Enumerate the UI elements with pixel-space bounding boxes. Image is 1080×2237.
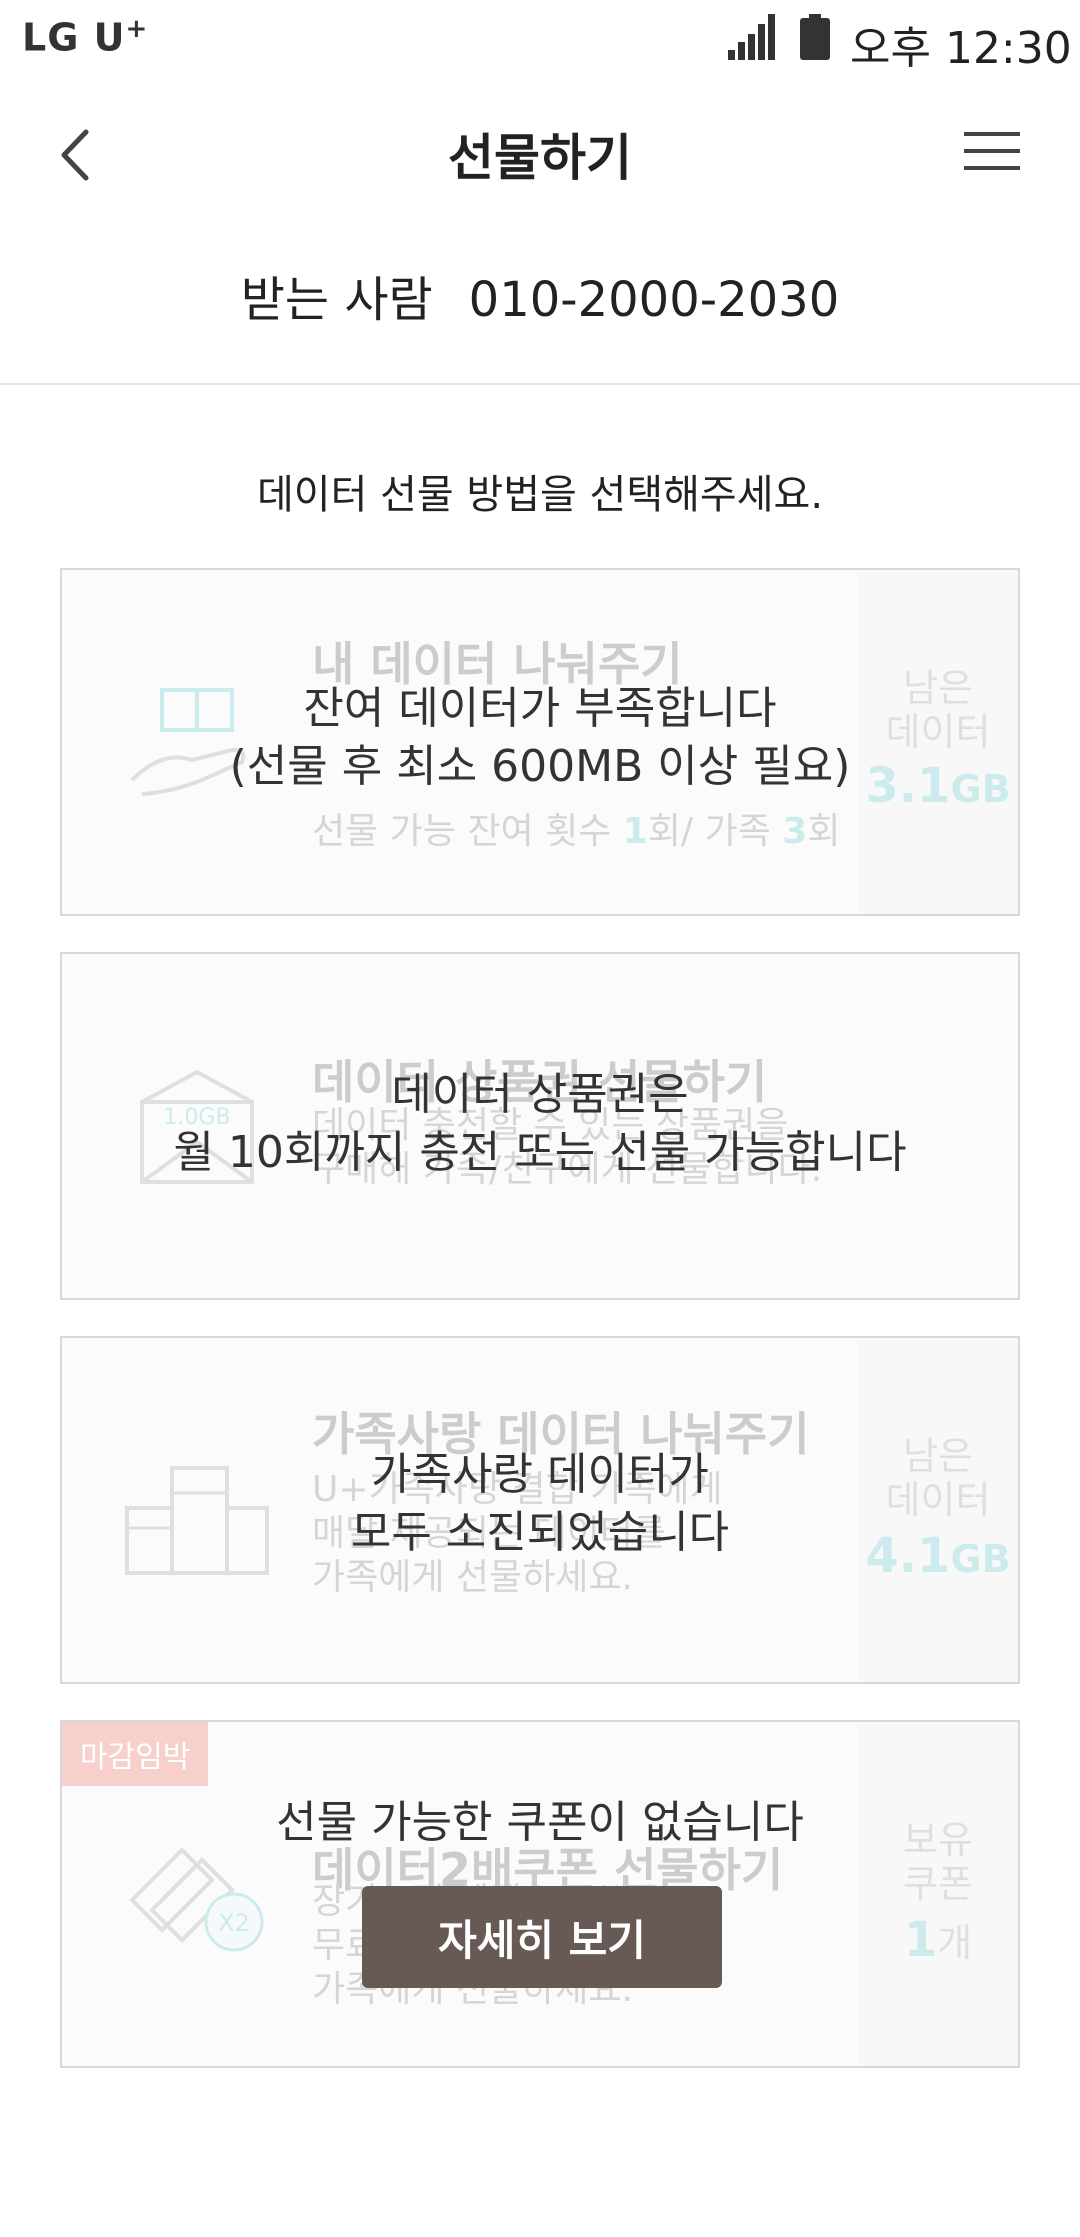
card-share-my-data[interactable]: 내 데이터 나눠주기 선물 가능 잔여 횟수 1회/ 가족 3회 남은 데이터 … bbox=[60, 568, 1020, 916]
card-overlay-message: 잔여 데이터가 부족합니다 (선물 후 최소 600MB 이상 필요) bbox=[229, 683, 851, 792]
card-family-love-data[interactable]: 가족사랑 데이터 나눠주기 U+가족사랑 결합 가족에게 매달 제공되는 데이터… bbox=[60, 1336, 1020, 1684]
instruction-text: 데이터 선물 방법을 선택해주세요. bbox=[256, 472, 824, 518]
side-label: 쿠폰 bbox=[903, 1862, 973, 1906]
card-overlay-message: 가족사랑 데이터가 모두 소진되었습니다 bbox=[350, 1449, 730, 1558]
card-double-coupon-gift[interactable]: X2 데이터2배쿠폰 선물하기 장기고객 혜택으로 받은 무료 데이터 쿠폰을 … bbox=[60, 1720, 1020, 2068]
coupon-label: X2 bbox=[218, 1909, 250, 1937]
hamburger-menu-icon[interactable] bbox=[964, 130, 1020, 172]
coupon-count-value: 1개 bbox=[903, 1912, 973, 1968]
battery-icon bbox=[800, 14, 830, 60]
page-title: 선물하기 bbox=[448, 129, 632, 187]
recipient-row: 받는 사람 010-2000-2030 bbox=[0, 260, 1080, 330]
view-details-button[interactable]: 자세히 보기 bbox=[362, 1886, 722, 1988]
carrier-label: LG U+ bbox=[22, 14, 149, 60]
recipient-number: 010-2000-2030 bbox=[468, 272, 840, 328]
card-data-voucher-gift[interactable]: 1.0GB 데이터 상품권 선물하기 데이터 충전할 수 있는 상품권을 구매해… bbox=[60, 952, 1020, 1300]
card-overlay-message: 선물 가능한 쿠폰이 없습니다 bbox=[276, 1797, 804, 1848]
status-bar: LG U+ 오후 12:30 bbox=[0, 0, 1080, 80]
deadline-badge: 마감임박 bbox=[62, 1722, 209, 1786]
card-remaining-count: 선물 가능 잔여 횟수 1회/ 가족 3회 bbox=[312, 811, 841, 852]
recipient-label: 받는 사람 bbox=[240, 272, 433, 328]
clock: 오후 12:30 bbox=[850, 23, 1072, 74]
app-header: 선물하기 bbox=[0, 80, 1080, 220]
divider bbox=[0, 383, 1080, 385]
card-overlay-message: 데이터 상품권은 월 10회까지 충전 또는 선물 가능합니다 bbox=[173, 1069, 907, 1178]
signal-icon bbox=[728, 14, 775, 60]
